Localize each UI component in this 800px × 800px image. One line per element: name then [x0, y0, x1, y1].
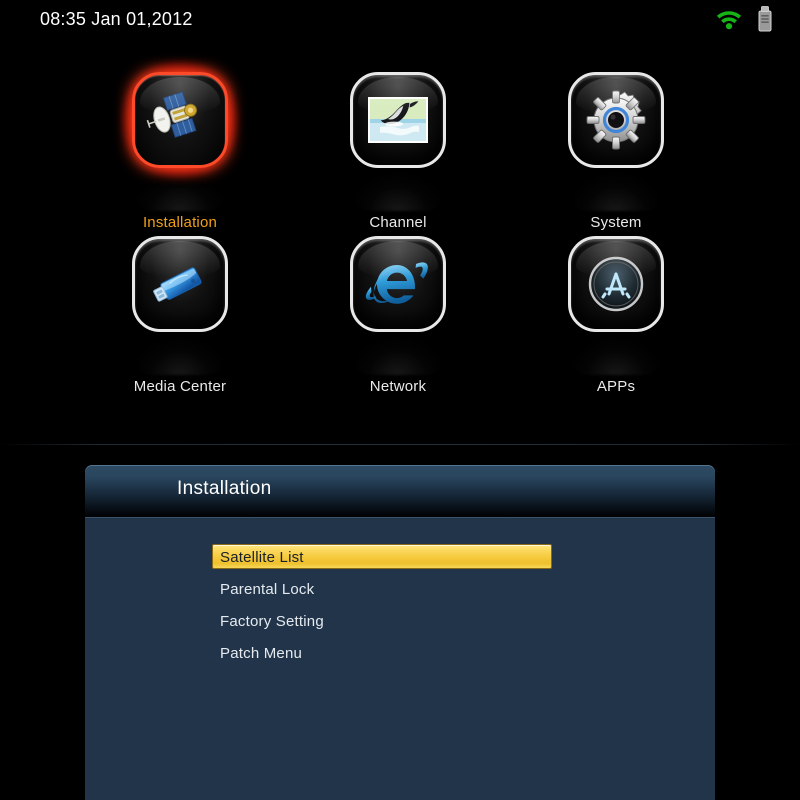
app-tile-system[interactable]: System	[526, 72, 706, 231]
app-label-apps: APPs	[596, 378, 636, 395]
menu-list: Satellite List Parental Lock Factory Set…	[85, 542, 715, 670]
app-label-media-center: Media Center	[133, 378, 227, 395]
network-icon-reflection	[350, 335, 446, 375]
menu-item-label: Factory Setting	[220, 613, 324, 630]
status-bar: 08:35 Jan 01,2012	[0, 0, 800, 44]
media-center-icon-reflection	[132, 335, 228, 375]
app-tile-apps[interactable]: APPs	[526, 236, 706, 395]
app-tile-media-center[interactable]: Media Center	[90, 236, 270, 395]
channel-icon-tile	[350, 72, 446, 168]
app-label-system: System	[590, 214, 642, 231]
menu-panel-title: Installation	[177, 478, 272, 499]
clock-datetime: 08:35 Jan 01,2012	[40, 9, 193, 29]
media-center-icon-wrap	[132, 236, 228, 375]
app-label-network: Network	[369, 378, 427, 395]
installation-icon-reflection	[132, 171, 228, 211]
system-icon-wrap	[568, 72, 664, 211]
menu-item-satellite-list[interactable]: Satellite List	[85, 542, 715, 573]
menu-item-label: Satellite List	[220, 549, 304, 566]
apps-icon-reflection	[568, 335, 664, 375]
app-label-installation: Installation	[142, 214, 218, 231]
app-tile-channel[interactable]: Channel	[308, 72, 488, 231]
menu-item-label: Patch Menu	[220, 645, 303, 662]
menu-panel-header: Installation	[85, 465, 715, 517]
usb-drive-icon	[758, 6, 772, 32]
status-icon-tray	[714, 6, 772, 32]
satellite-icon	[146, 91, 198, 138]
channel-icon-reflection	[350, 171, 446, 211]
system-icon-tile	[568, 72, 664, 168]
menu-item-factory-setting[interactable]: Factory Setting	[85, 606, 715, 637]
installation-icon-wrap	[132, 72, 228, 211]
gear-icon	[586, 90, 646, 150]
channel-icon-wrap	[350, 72, 446, 211]
installation-menu-panel: Installation Satellite List Parental Loc…	[85, 465, 715, 800]
apps-icon-wrap	[568, 236, 664, 375]
app-tile-installation[interactable]: Installation	[90, 72, 270, 231]
system-icon-reflection	[568, 171, 664, 211]
orca-tv-icon	[368, 97, 428, 143]
network-icon-tile	[350, 236, 446, 332]
app-label-channel: Channel	[369, 214, 427, 231]
menu-item-label: Parental Lock	[220, 581, 315, 598]
installation-icon-tile	[132, 72, 228, 168]
app-tile-network[interactable]: Network	[308, 236, 488, 395]
menu-item-parental-lock[interactable]: Parental Lock	[85, 574, 715, 605]
network-icon-wrap	[350, 236, 446, 375]
home-icon-grid: Installation Channel System Media Center…	[0, 44, 800, 445]
apps-icon-tile	[568, 236, 664, 332]
menu-item-patch-menu[interactable]: Patch Menu	[85, 638, 715, 669]
usb-flash-drive-icon	[153, 267, 202, 302]
app-store-icon	[588, 256, 644, 312]
media-center-icon-tile	[132, 236, 228, 332]
wifi-icon	[716, 11, 742, 30]
internet-explorer-icon	[365, 262, 428, 304]
menu-panel-body: Satellite List Parental Lock Factory Set…	[85, 517, 715, 800]
section-divider	[0, 444, 800, 445]
